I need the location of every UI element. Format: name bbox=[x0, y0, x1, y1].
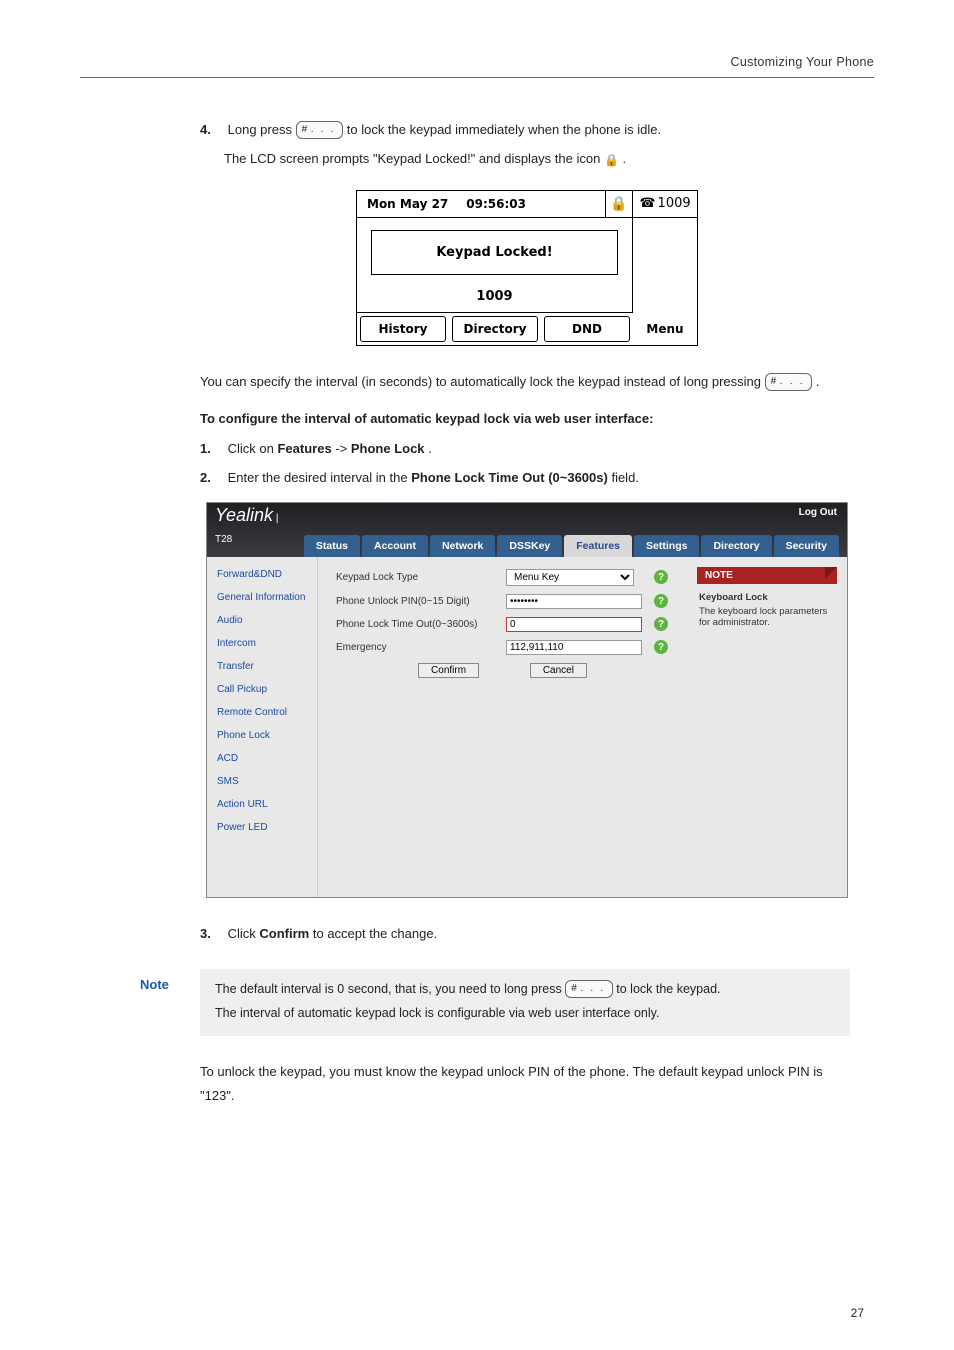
note-line-1: The default interval is 0 second, that i… bbox=[215, 978, 835, 1002]
web-step-1-e: . bbox=[428, 441, 432, 456]
step-3-a: Click bbox=[228, 926, 260, 941]
web-step-2: 2. Enter the desired interval in the Pho… bbox=[200, 466, 854, 489]
field-label-emergency: Emergency bbox=[336, 642, 506, 653]
lcd-screenshot: Mon May 27 09:56:03 🔒 ☎ 1009 Keypad Lock… bbox=[356, 190, 698, 346]
webui-logo: Yealink | T28 bbox=[215, 505, 298, 557]
web-step-2-a: Enter the desired interval in the bbox=[228, 470, 412, 485]
web-step-2-number: 2. bbox=[200, 466, 224, 489]
webui-nav-item[interactable]: General Information bbox=[207, 586, 317, 609]
web-step-2-c: field. bbox=[611, 470, 638, 485]
note-label: Note bbox=[140, 969, 200, 1037]
step-4-line2: The LCD screen prompts "Keypad Locked!" … bbox=[224, 147, 854, 172]
web-step-2-b: Phone Lock Time Out (0~3600s) bbox=[411, 470, 608, 485]
webui-nav-item[interactable]: Transfer bbox=[207, 655, 317, 678]
hash-key-icon: #﹒﹒﹒ bbox=[565, 980, 613, 998]
field-label-lock-type: Keypad Lock Type bbox=[336, 572, 506, 583]
confirm-button[interactable]: Confirm bbox=[418, 663, 479, 678]
hash-key-icon: #﹒﹒﹒ bbox=[765, 373, 813, 391]
webui-tab-settings[interactable]: Settings bbox=[634, 535, 699, 557]
lock-type-select[interactable]: Menu Key bbox=[506, 569, 634, 586]
web-step-1-number: 1. bbox=[200, 437, 224, 460]
webui-nav-item[interactable]: Audio bbox=[207, 609, 317, 632]
lcd-extension: 1009 bbox=[658, 196, 691, 211]
step-4-number: 4. bbox=[200, 118, 224, 141]
webui-nav-item[interactable]: SMS bbox=[207, 770, 317, 793]
webui-nav-item[interactable]: Remote Control bbox=[207, 701, 317, 724]
unlock-pin-input[interactable] bbox=[506, 594, 642, 609]
step-4: 4. Long press #﹒﹒﹒ to lock the keypad im… bbox=[200, 118, 854, 141]
step-3-c: to accept the change. bbox=[313, 926, 437, 941]
page-number: 27 bbox=[851, 1306, 864, 1320]
emergency-input[interactable] bbox=[506, 640, 642, 655]
web-step-1-a: Click on bbox=[228, 441, 278, 456]
lcd-softkey-directory: Directory bbox=[452, 316, 538, 342]
webui-nav-item[interactable]: Intercom bbox=[207, 632, 317, 655]
after-lcd-pre: You can specify the interval (in seconds… bbox=[200, 374, 765, 389]
webui-tab-status[interactable]: Status bbox=[304, 535, 360, 557]
webui-note-title: Keyboard Lock bbox=[699, 592, 835, 603]
field-label-unlock-pin: Phone Unlock PIN(0~15 Digit) bbox=[336, 596, 506, 607]
webui-note-head: NOTE bbox=[697, 567, 837, 584]
timeout-input[interactable] bbox=[506, 617, 642, 632]
header-divider bbox=[80, 77, 874, 78]
help-icon[interactable]: ? bbox=[654, 617, 668, 631]
lcd-lock-icon: 🔒 bbox=[605, 191, 632, 217]
webui-nav-item[interactable]: Call Pickup bbox=[207, 678, 317, 701]
help-icon[interactable]: ? bbox=[654, 594, 668, 608]
webui-nav-item[interactable]: ACD bbox=[207, 747, 317, 770]
lcd-phone-icon: ☎ bbox=[639, 196, 655, 211]
after-lcd-paragraph: You can specify the interval (in seconds… bbox=[200, 370, 854, 393]
webui-logout[interactable]: Log Out bbox=[799, 507, 837, 518]
web-step-1: 1. Click on Features -> Phone Lock . bbox=[200, 437, 854, 460]
webui-screenshot: Yealink | T28 StatusAccountNetworkDSSKey… bbox=[206, 502, 848, 898]
lock-icon: 🔒 bbox=[604, 150, 619, 172]
hash-key-icon: #﹒﹒﹒ bbox=[296, 121, 344, 139]
step-3: 3. Click Confirm to accept the change. bbox=[200, 922, 854, 945]
step-4-text-pre: Long press bbox=[228, 122, 296, 137]
note-block: Note The default interval is 0 second, t… bbox=[140, 969, 850, 1037]
step-4-line2-pre: The LCD screen prompts "Keypad Locked!" … bbox=[224, 151, 604, 166]
webui-tab-security[interactable]: Security bbox=[774, 535, 839, 557]
webui-nav-item[interactable]: Forward&DND bbox=[207, 563, 317, 586]
page-header: Customizing Your Phone bbox=[80, 55, 874, 69]
tail-paragraph: To unlock the keypad, you must know the … bbox=[200, 1060, 854, 1107]
webui-tab-network[interactable]: Network bbox=[430, 535, 495, 557]
lcd-message: Keypad Locked! bbox=[371, 230, 618, 275]
webui-tab-account[interactable]: Account bbox=[362, 535, 428, 557]
webui-nav-item[interactable]: Power LED bbox=[207, 816, 317, 839]
webui-note-body: The keyboard lock parameters for adminis… bbox=[699, 606, 835, 628]
lcd-softkey-history: History bbox=[360, 316, 446, 342]
step-3-b: Confirm bbox=[259, 926, 309, 941]
web-config-heading: To configure the interval of automatic k… bbox=[200, 407, 854, 430]
lcd-softkey-menu: Menu bbox=[633, 313, 697, 345]
webui-nav-item[interactable]: Phone Lock bbox=[207, 724, 317, 747]
cancel-button[interactable]: Cancel bbox=[530, 663, 587, 678]
lcd-number: 1009 bbox=[357, 285, 632, 313]
webui-tab-dsskey[interactable]: DSSKey bbox=[497, 535, 562, 557]
note-line-2: The interval of automatic keypad lock is… bbox=[215, 1002, 835, 1026]
lcd-time: 09:56:03 bbox=[466, 197, 526, 211]
lcd-softkey-dnd: DND bbox=[544, 316, 630, 342]
webui-tab-features[interactable]: Features bbox=[564, 535, 632, 557]
web-step-1-b: Features bbox=[277, 441, 331, 456]
help-icon[interactable]: ? bbox=[654, 570, 668, 584]
step-4-line2-post: . bbox=[623, 151, 627, 166]
webui-tab-directory[interactable]: Directory bbox=[701, 535, 771, 557]
after-lcd-post: . bbox=[816, 374, 820, 389]
step-3-number: 3. bbox=[200, 922, 224, 945]
step-4-text-post: to lock the keypad immediately when the … bbox=[347, 122, 661, 137]
webui-nav: Forward&DNDGeneral InformationAudioInter… bbox=[207, 557, 318, 897]
web-step-1-d: Phone Lock bbox=[351, 441, 425, 456]
webui-nav-item[interactable]: Action URL bbox=[207, 793, 317, 816]
lcd-date: Mon May 27 bbox=[367, 197, 448, 211]
web-step-1-c: -> bbox=[335, 441, 347, 456]
help-icon[interactable]: ? bbox=[654, 640, 668, 654]
field-label-timeout: Phone Lock Time Out(0~3600s) bbox=[336, 619, 506, 630]
